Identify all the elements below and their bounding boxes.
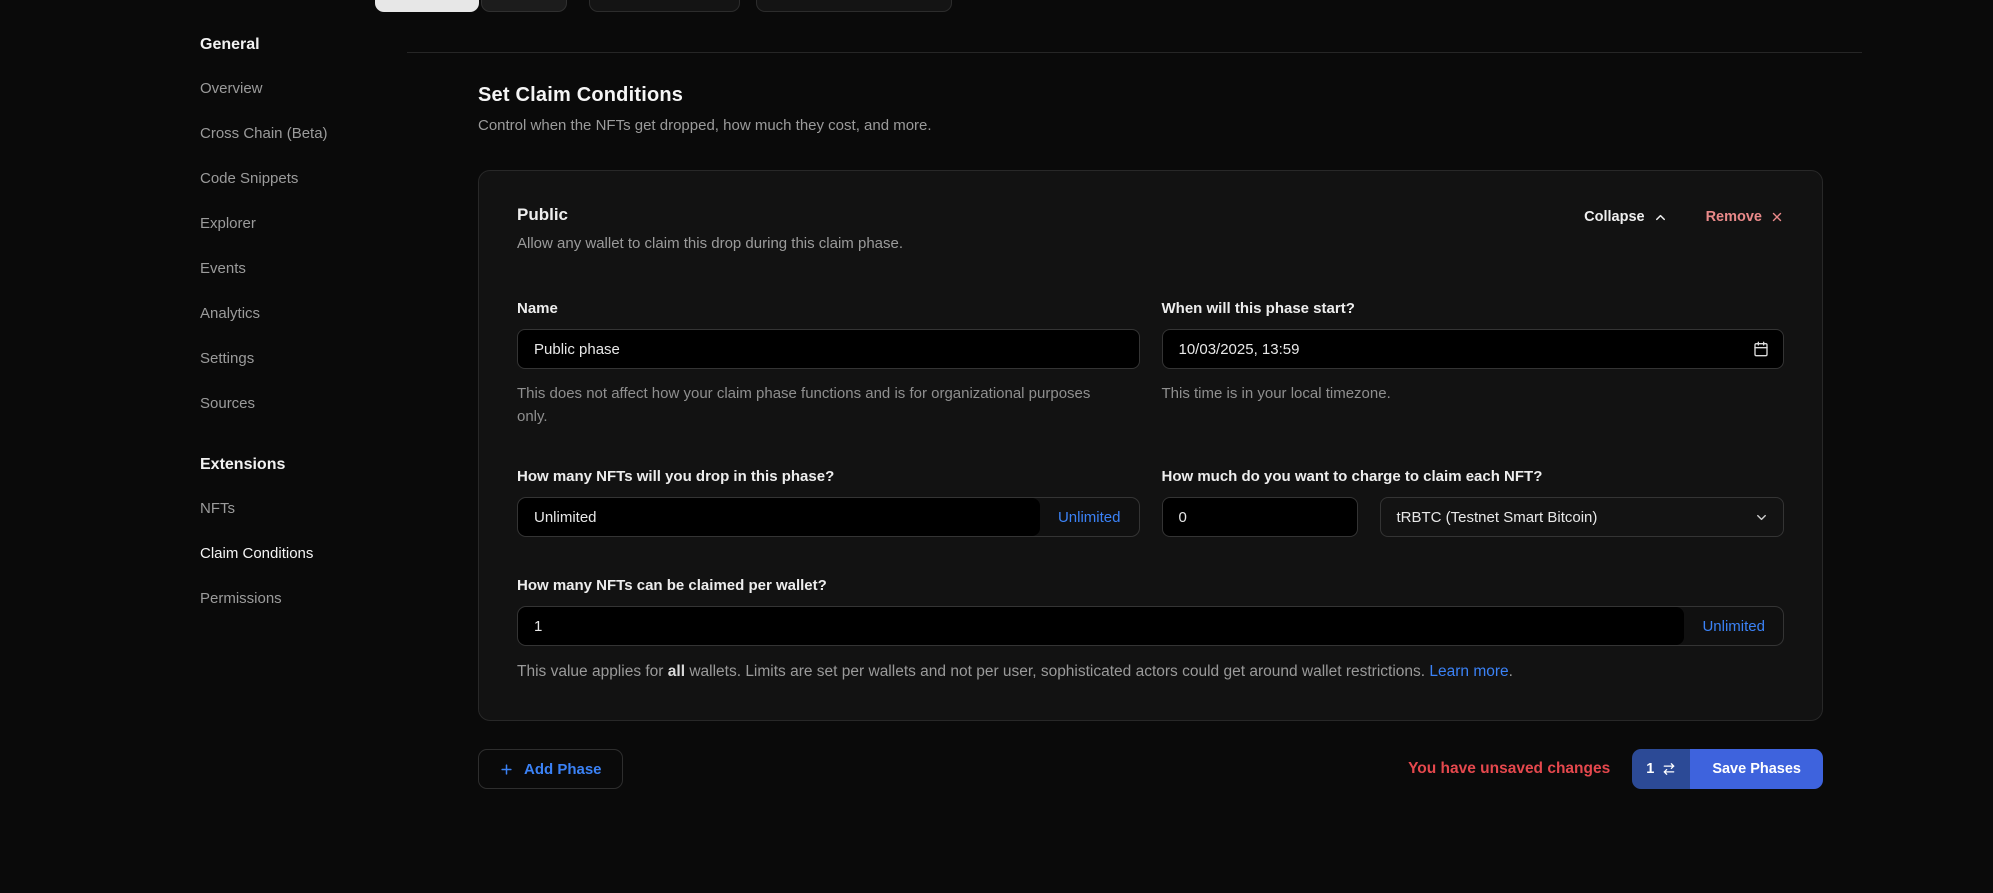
plus-icon xyxy=(499,762,514,777)
sidebar-item-nfts[interactable]: NFTs xyxy=(200,500,410,517)
close-icon xyxy=(1770,210,1784,224)
name-field-label: Name xyxy=(517,300,1140,317)
transaction-count-button[interactable]: 1 xyxy=(1632,749,1690,789)
calendar-icon xyxy=(1753,341,1769,357)
phases-footer: Add Phase You have unsaved changes 1 Sav… xyxy=(478,749,1823,789)
supply-field: How many NFTs will you drop in this phas… xyxy=(517,468,1140,537)
phase-title: Public xyxy=(517,205,903,225)
sidebar-heading-extensions: Extensions xyxy=(200,456,410,474)
add-phase-button-label: Add Phase xyxy=(524,761,602,778)
per-wallet-field-label: How many NFTs can be claimed per wallet? xyxy=(517,577,1784,594)
contract-address-badge[interactable]: 0xeDc...FF06c9 xyxy=(589,0,740,12)
learn-more-link[interactable]: Learn more xyxy=(1429,663,1508,680)
start-time-field-label: When will this phase start? xyxy=(1162,300,1785,317)
phase-description: Allow any wallet to claim this drop duri… xyxy=(517,235,903,252)
sidebar: General Overview Cross Chain (Beta) Code… xyxy=(200,36,410,635)
page-title: Set Claim Conditions xyxy=(478,84,1823,107)
start-time-field: When will this phase start? 10/03/2025, … xyxy=(1162,300,1785,428)
remove-button-label: Remove xyxy=(1706,209,1762,225)
collapse-button[interactable]: Collapse xyxy=(1584,209,1667,225)
sidebar-item-permissions[interactable]: Permissions xyxy=(200,590,410,607)
supply-field-label: How many NFTs will you drop in this phas… xyxy=(517,468,1140,485)
name-field-helper: This does not affect how your claim phas… xyxy=(517,383,1107,428)
remove-button[interactable]: Remove xyxy=(1706,209,1784,225)
currency-select[interactable]: tRBTC (Testnet Smart Bitcoin) xyxy=(1380,497,1785,537)
chevron-up-icon xyxy=(1653,210,1668,225)
name-input[interactable] xyxy=(517,329,1140,369)
top-cut-button-light[interactable] xyxy=(375,0,479,12)
price-field: How much do you want to charge to claim … xyxy=(1162,468,1785,537)
per-wallet-note-bold: all xyxy=(668,663,685,680)
sidebar-item-analytics[interactable]: Analytics xyxy=(200,305,410,322)
sidebar-item-overview[interactable]: Overview xyxy=(200,80,410,97)
add-phase-button[interactable]: Add Phase xyxy=(478,749,623,789)
per-wallet-field: How many NFTs can be claimed per wallet?… xyxy=(517,577,1784,684)
unsaved-changes-text: You have unsaved changes xyxy=(1408,760,1610,778)
save-phases-button[interactable]: Save Phases xyxy=(1690,749,1823,789)
page-subtitle: Control when the NFTs get dropped, how m… xyxy=(478,117,1823,134)
per-wallet-unlimited-toggle[interactable]: Unlimited xyxy=(1684,607,1783,645)
per-wallet-note: This value applies for all wallets. Limi… xyxy=(517,660,1767,684)
save-phases-button-label: Save Phases xyxy=(1712,761,1801,777)
supply-unlimited-toggle[interactable]: Unlimited xyxy=(1040,498,1139,536)
claim-phase-card: Public Allow any wallet to claim this dr… xyxy=(478,170,1823,721)
sidebar-item-cross-chain[interactable]: Cross Chain (Beta) xyxy=(200,125,410,142)
per-wallet-input[interactable] xyxy=(518,607,1684,645)
main-content: Set Claim Conditions Control when the NF… xyxy=(478,84,1823,789)
currency-select-value: tRBTC (Testnet Smart Bitcoin) xyxy=(1397,509,1598,526)
collapse-button-label: Collapse xyxy=(1584,209,1644,225)
explorer-link-badge[interactable]: Rootstock Blockscout xyxy=(756,0,952,12)
save-split-button: 1 Save Phases xyxy=(1632,749,1823,789)
sidebar-item-settings[interactable]: Settings xyxy=(200,350,410,367)
header-divider xyxy=(407,52,1862,53)
chevron-down-icon xyxy=(1754,510,1769,525)
sidebar-item-explorer[interactable]: Explorer xyxy=(200,215,410,232)
sidebar-item-code-snippets[interactable]: Code Snippets xyxy=(200,170,410,187)
top-cut-button-dark[interactable] xyxy=(481,0,567,12)
price-amount-input[interactable] xyxy=(1162,497,1358,537)
sidebar-item-sources[interactable]: Sources xyxy=(200,395,410,412)
name-field: Name This does not affect how your claim… xyxy=(517,300,1140,428)
supply-input[interactable] xyxy=(518,498,1040,536)
transaction-count-value: 1 xyxy=(1646,761,1654,777)
start-time-field-helper: This time is in your local timezone. xyxy=(1162,383,1752,406)
sidebar-item-events[interactable]: Events xyxy=(200,260,410,277)
swap-arrows-icon xyxy=(1662,762,1676,776)
price-field-label: How much do you want to charge to claim … xyxy=(1162,468,1785,485)
sidebar-heading-general: General xyxy=(200,36,410,54)
start-time-value: 10/03/2025, 13:59 xyxy=(1179,341,1300,358)
start-time-input[interactable]: 10/03/2025, 13:59 xyxy=(1162,329,1785,369)
sidebar-item-claim-conditions[interactable]: Claim Conditions xyxy=(200,545,410,562)
